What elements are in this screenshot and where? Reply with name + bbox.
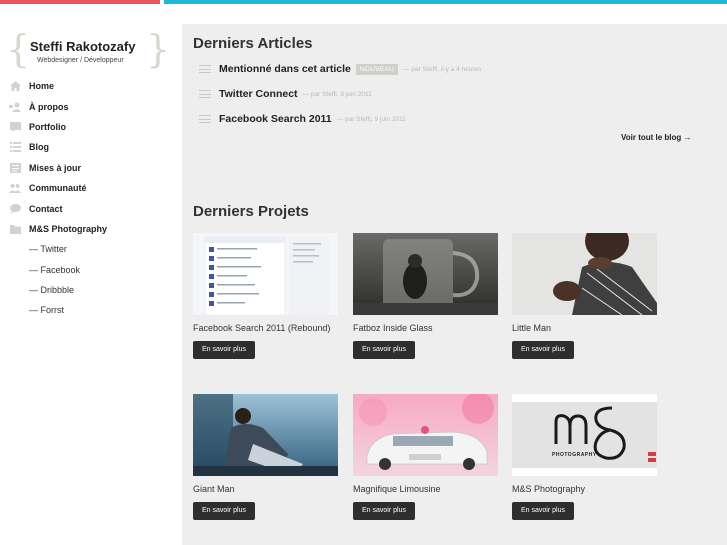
- nav-item-portfolio[interactable]: Portfolio: [0, 117, 182, 137]
- list-icon: [199, 115, 211, 123]
- nav-item-home[interactable]: Home: [0, 76, 182, 96]
- nav-social-forrst[interactable]: — Forrst: [0, 300, 182, 320]
- nav-social-twitter[interactable]: — Twitter: [0, 239, 182, 259]
- project-thumbnail[interactable]: [353, 394, 498, 476]
- article-item[interactable]: Twitter Connect — par Steffi, 9 juin 201…: [199, 87, 372, 101]
- sidebar: { Steffi Rakotozafy Webdesigner / Dévelo…: [0, 24, 182, 545]
- nav-label-mises-a-jour[interactable]: Mises à jour: [29, 163, 81, 173]
- learn-more-button[interactable]: En savoir plus: [353, 341, 415, 359]
- chat-icon: [9, 203, 21, 214]
- list-icon: [199, 65, 211, 73]
- main-nav: Home À propos Portfolio Blog Mises à jou…: [0, 76, 182, 321]
- project-title[interactable]: Giant Man: [193, 484, 339, 494]
- nav-social-dribbble[interactable]: — Dribbble: [0, 280, 182, 300]
- project-card: Giant Man En savoir plus: [193, 394, 339, 520]
- project-thumbnail[interactable]: PHOTOGRAPHY: [512, 394, 657, 476]
- project-thumbnail[interactable]: [193, 394, 338, 476]
- project-card: PHOTOGRAPHY M&S Photography En savoir pl…: [512, 394, 658, 520]
- nav-label-a-propos[interactable]: À propos: [29, 102, 69, 112]
- brand[interactable]: { Steffi Rakotozafy Webdesigner / Dévelo…: [0, 24, 182, 70]
- learn-more-button[interactable]: En savoir plus: [353, 502, 415, 520]
- project-title[interactable]: Magnifique Limousine: [353, 484, 499, 494]
- article-title[interactable]: Twitter Connect: [219, 88, 298, 100]
- nav-social-facebook[interactable]: — Facebook: [0, 260, 182, 280]
- brace-close: }: [146, 27, 171, 71]
- project-thumbnail[interactable]: [512, 233, 657, 315]
- updates-icon: [9, 162, 21, 173]
- logo-text: PHOTOGRAPHY: [552, 452, 597, 458]
- project-title[interactable]: Fatboz Inside Glass: [353, 323, 499, 333]
- brace-open: {: [6, 27, 31, 71]
- project-card: Fatboz Inside Glass En savoir plus: [353, 233, 499, 359]
- top-accent-bar: [0, 0, 727, 4]
- project-title[interactable]: Facebook Search 2011 (Rebound): [193, 323, 339, 333]
- article-title[interactable]: Mentionné dans cet article: [219, 63, 351, 75]
- nav-label-contact[interactable]: Contact: [29, 204, 63, 214]
- learn-more-button[interactable]: En savoir plus: [512, 502, 574, 520]
- brand-subtitle: Webdesigner / Développeur: [37, 57, 124, 64]
- nav-item-mises-a-jour[interactable]: Mises à jour: [0, 158, 182, 178]
- new-badge: Nouveau: [355, 63, 399, 75]
- nav-label-ms-photography[interactable]: M&S Photography: [29, 224, 107, 234]
- top-accent-cyan: [164, 0, 727, 4]
- learn-more-button[interactable]: En savoir plus: [512, 341, 574, 359]
- nav-item-contact[interactable]: Contact: [0, 198, 182, 218]
- top-accent-red: [0, 0, 160, 4]
- project-card: Magnifique Limousine En savoir plus: [353, 394, 499, 520]
- article-meta: — par Steffi, il y a 4 heures: [403, 65, 482, 73]
- blog-icon: [9, 142, 21, 153]
- list-icon: [199, 90, 211, 98]
- learn-more-button[interactable]: En savoir plus: [193, 341, 255, 359]
- nav-item-communaute[interactable]: Communauté: [0, 178, 182, 198]
- nav-item-a-propos[interactable]: À propos: [0, 96, 182, 116]
- nav-label-home[interactable]: Home: [29, 81, 54, 91]
- learn-more-button[interactable]: En savoir plus: [193, 502, 255, 520]
- nav-label-communaute[interactable]: Communauté: [29, 183, 87, 193]
- portfolio-icon: [9, 121, 21, 132]
- project-thumbnail[interactable]: [353, 233, 498, 315]
- nav-item-blog[interactable]: Blog: [0, 137, 182, 157]
- nav-item-ms-photography[interactable]: M&S Photography: [0, 219, 182, 239]
- project-card: Little Man En savoir plus: [512, 233, 658, 359]
- projects-section-title: Derniers Projets: [193, 203, 309, 220]
- article-item[interactable]: Facebook Search 2011 — par Steffi, 9 jui…: [199, 112, 406, 126]
- community-icon: [9, 183, 21, 194]
- home-icon: [9, 81, 21, 92]
- articles-section-title: Derniers Articles: [193, 35, 313, 52]
- article-meta: — par Steffi, 9 juin 2011: [336, 115, 406, 123]
- project-title[interactable]: Little Man: [512, 323, 658, 333]
- user-icon: [9, 102, 21, 112]
- main-content: Derniers Articles Mentionné dans cet art…: [182, 24, 727, 545]
- nav-label-blog[interactable]: Blog: [29, 142, 49, 152]
- project-card: Facebook Search 2011 (Rebound) En savoir…: [193, 233, 339, 359]
- project-title[interactable]: M&S Photography: [512, 484, 658, 494]
- project-thumbnail[interactable]: [193, 233, 338, 315]
- article-meta: — par Steffi, 9 juin 2011: [302, 90, 372, 98]
- view-all-blog-link[interactable]: Voir tout le blog →: [621, 133, 692, 142]
- folder-icon: [9, 224, 21, 234]
- nav-label-portfolio[interactable]: Portfolio: [29, 122, 66, 132]
- article-item[interactable]: Mentionné dans cet article Nouveau — par…: [199, 62, 481, 76]
- article-title[interactable]: Facebook Search 2011: [219, 113, 332, 125]
- brand-name[interactable]: Steffi Rakotozafy: [30, 39, 135, 54]
